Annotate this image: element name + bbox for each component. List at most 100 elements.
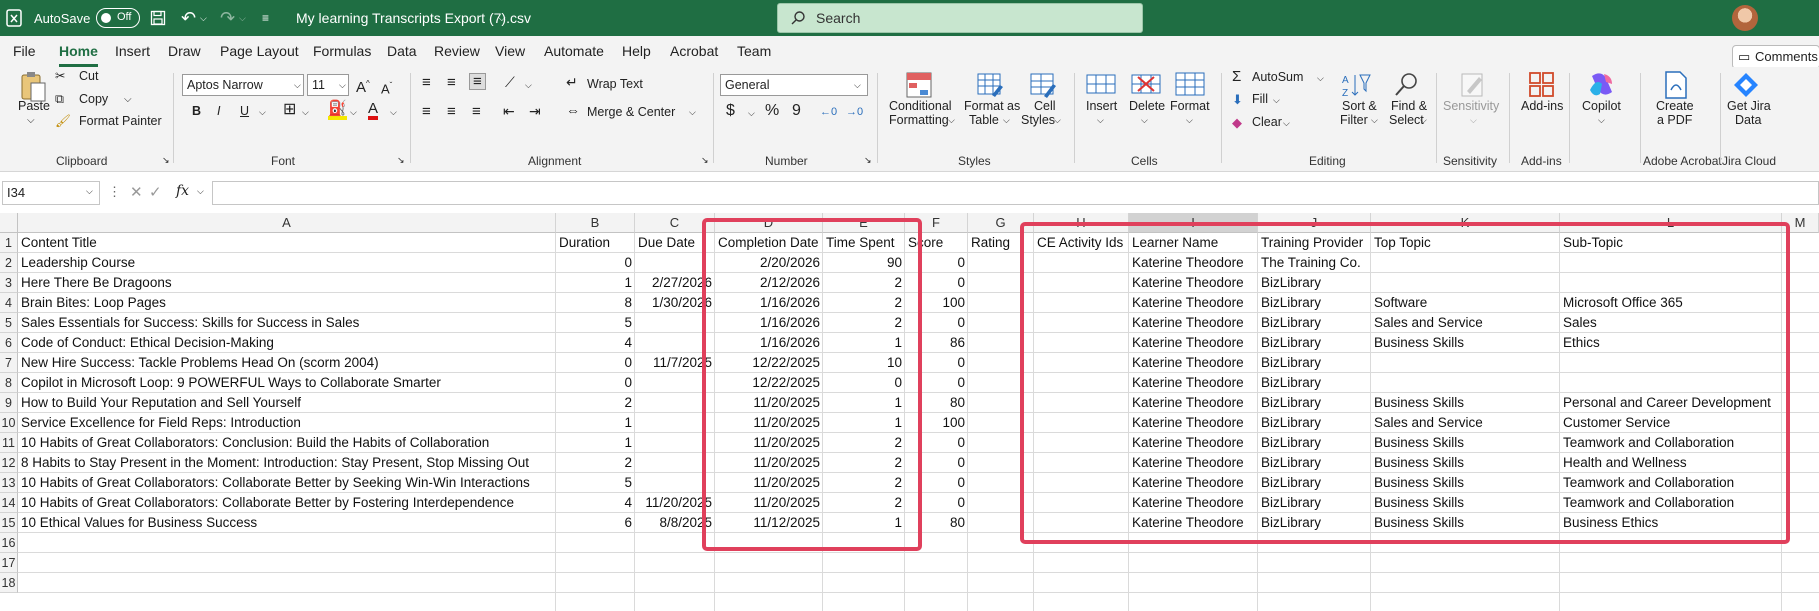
create-pdf-label[interactable]: Create — [1656, 99, 1694, 114]
file-name[interactable]: My learning Transcripts Export (7).csv — [296, 0, 531, 36]
alignment-launcher-icon[interactable]: ↘ — [701, 153, 709, 168]
number-format-dropdown-icon[interactable]: ⌵ — [854, 78, 861, 93]
orientation-dropdown-icon[interactable]: ⌵ — [525, 78, 532, 93]
fill-color-dropdown-icon[interactable]: ⌵ — [350, 105, 357, 120]
fill-dropdown-icon[interactable]: ⌵ — [1273, 93, 1280, 108]
table-cell[interactable]: 8 Habits to Stay Present in the Moment: … — [18, 453, 532, 473]
row-header-8[interactable]: 8 — [0, 373, 18, 393]
clear-button[interactable]: Clear — [1252, 115, 1282, 130]
format-label[interactable]: Format — [1170, 99, 1210, 114]
delete-dropdown-icon[interactable]: ⌵ — [1141, 113, 1148, 128]
cancel-icon[interactable]: ✕ — [130, 183, 143, 201]
tab-acrobat[interactable]: Acrobat — [670, 36, 718, 67]
align-right-icon[interactable]: ≡ — [472, 104, 481, 119]
copilot-dropdown-icon[interactable]: ⌵ — [1598, 113, 1605, 128]
customize-toolbar-icon[interactable]: ≡ — [262, 0, 269, 36]
table-cell[interactable]: Brain Bites: Loop Pages — [18, 293, 169, 313]
row-header-2[interactable]: 2 — [0, 253, 18, 273]
user-avatar[interactable] — [1732, 5, 1758, 31]
header-cell[interactable]: Due Date — [635, 233, 698, 253]
enter-icon[interactable]: ✓ — [149, 183, 162, 201]
copy-icon[interactable]: ⧉ — [55, 92, 64, 107]
table-cell[interactable]: 0 — [556, 353, 635, 373]
cell-styles-dropdown-icon[interactable]: ⌵ — [1054, 113, 1061, 128]
autosave-toggle[interactable]: Off — [96, 0, 140, 36]
table-cell[interactable]: 1 — [556, 273, 635, 293]
tab-draw[interactable]: Draw — [168, 36, 201, 67]
redo-dropdown-icon[interactable]: ⌵ — [239, 0, 246, 36]
worksheet-grid[interactable]: A B C D E F G H I J K L M 1 2 3 4 5 6 7 8 9 10 11 12 13 14 15 16 17 18… — [0, 213, 1819, 611]
get-jira-data-label-2[interactable]: Data — [1735, 113, 1761, 128]
format-cells-icon[interactable] — [1174, 70, 1206, 100]
decrease-font-size-icon[interactable]: Aˇ — [381, 78, 392, 96]
row-header-15[interactable]: 15 — [0, 513, 18, 533]
table-cell[interactable]: 0 — [556, 253, 635, 273]
column-header-b[interactable]: B — [556, 213, 635, 233]
sort-filter-label-2[interactable]: Filter — [1340, 113, 1368, 128]
tab-file[interactable]: File — [13, 36, 36, 67]
format-as-table-icon[interactable] — [975, 70, 1005, 100]
more-options-icon[interactable]: ⋮ — [108, 184, 121, 200]
sort-filter-icon[interactable]: AZ — [1340, 70, 1372, 100]
name-box-dropdown-icon[interactable]: ⌵ — [86, 186, 93, 197]
table-cell[interactable]: 0 — [556, 373, 635, 393]
merge-center-button[interactable]: Merge & Center — [587, 105, 675, 120]
tab-page-layout[interactable]: Page Layout — [220, 36, 299, 67]
column-header-a[interactable]: A — [18, 213, 556, 233]
fill-icon[interactable]: ⬇ — [1232, 92, 1243, 107]
table-cell[interactable]: 1 — [556, 413, 635, 433]
table-cell[interactable]: 8 — [556, 293, 635, 313]
fill-button[interactable]: Fill — [1252, 92, 1268, 107]
currency-button[interactable]: $ — [726, 103, 735, 119]
copy-dropdown-icon[interactable]: ⌵ — [124, 92, 132, 107]
find-select-label[interactable]: Find & — [1391, 99, 1427, 114]
table-cell[interactable]: 1 — [556, 433, 635, 453]
save-icon[interactable] — [150, 0, 166, 36]
find-select-label-2[interactable]: Select — [1389, 113, 1424, 128]
table-cell[interactable]: 6 — [556, 513, 635, 533]
wrap-text-button[interactable]: Wrap Text — [587, 77, 643, 92]
fill-color-icon[interactable]: ⛽ — [328, 101, 347, 120]
format-painter-icon[interactable]: 🖌 — [55, 114, 71, 129]
wrap-text-icon[interactable]: ↵ — [566, 75, 578, 90]
increase-indent-icon[interactable]: ⇥ — [529, 104, 541, 119]
cell-styles-label-2[interactable]: Styles — [1021, 113, 1055, 128]
conditional-dropdown-icon[interactable]: ⌵ — [948, 113, 955, 128]
table-cell[interactable]: Sales Essentials for Success: Skills for… — [18, 313, 362, 333]
tab-review[interactable]: Review — [434, 36, 480, 67]
table-cell[interactable]: 5 — [556, 473, 635, 493]
row-header-9[interactable]: 9 — [0, 393, 18, 413]
select-all-corner[interactable] — [0, 213, 18, 233]
excel-app-icon[interactable] — [6, 0, 22, 36]
insert-label[interactable]: Insert — [1086, 99, 1117, 114]
row-header-3[interactable]: 3 — [0, 273, 18, 293]
bold-button[interactable]: B — [192, 104, 201, 119]
font-size-dropdown-icon[interactable]: ⌵ — [339, 78, 346, 93]
insert-cells-icon[interactable] — [1085, 70, 1117, 100]
insert-dropdown-icon[interactable]: ⌵ — [1097, 113, 1104, 128]
row-header-1[interactable]: 1 — [0, 233, 18, 253]
underline-dropdown-icon[interactable]: ⌵ — [259, 105, 266, 120]
delete-label[interactable]: Delete — [1129, 99, 1165, 114]
cut-button[interactable]: Cut — [79, 69, 98, 84]
underline-button[interactable]: U — [240, 104, 249, 119]
sort-filter-dropdown-icon[interactable]: ⌵ — [1371, 113, 1378, 128]
currency-dropdown-icon[interactable]: ⌵ — [748, 106, 755, 121]
tab-team[interactable]: Team — [737, 36, 771, 67]
comments-button[interactable]: ▭ Comments — [1732, 45, 1819, 69]
number-format-select[interactable]: General — [720, 74, 868, 96]
row-header-11[interactable]: 11 — [0, 433, 18, 453]
undo-dropdown-icon[interactable]: ⌵ — [200, 0, 207, 36]
clear-icon[interactable]: ◆ — [1232, 115, 1242, 130]
table-cell[interactable]: New Hire Success: Tackle Problems Head O… — [18, 353, 382, 373]
row-header-7[interactable]: 7 — [0, 353, 18, 373]
fx-dropdown-icon[interactable]: ⌵ — [197, 186, 204, 197]
row-header-10[interactable]: 10 — [0, 413, 18, 433]
add-ins-icon[interactable] — [1527, 70, 1557, 100]
cell-styles-label[interactable]: Cell — [1034, 99, 1056, 114]
copy-button[interactable]: Copy — [79, 92, 108, 107]
table-cell[interactable]: 10 Habits of Great Collaborators: Collab… — [18, 493, 517, 513]
row-header-17[interactable]: 17 — [0, 553, 18, 573]
font-color-dropdown-icon[interactable]: ⌵ — [390, 105, 397, 120]
autosum-dropdown-icon[interactable]: ⌵ — [1317, 71, 1324, 86]
